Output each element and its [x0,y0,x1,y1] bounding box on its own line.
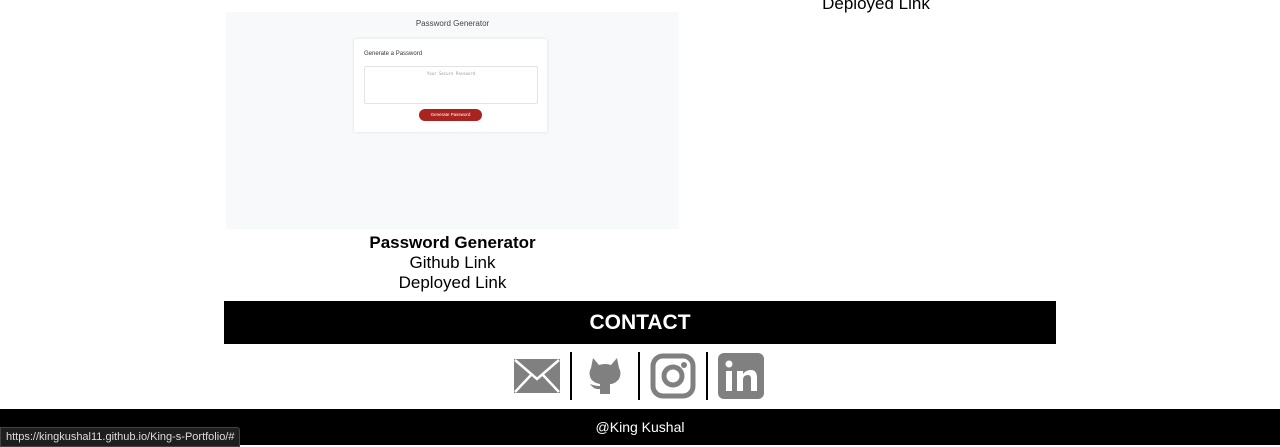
preview-card-heading: Generate a Password [364,51,423,57]
project-name: Password Generator [369,233,536,252]
preview-generate-button: Generate Password [419,109,482,121]
preview-title: Password Generator [415,19,490,28]
linkedin-icon[interactable] [716,353,766,399]
github-icon[interactable] [580,353,630,399]
instagram-icon[interactable] [648,353,698,399]
github-link[interactable]: Github Link [226,253,679,273]
status-bar-url: https://kingkushal11.github.io/King-s-Po… [0,427,241,447]
project-preview-image: Password Generator Generate a Password Y… [226,12,679,229]
footer-text: @King Kushal [595,419,685,435]
divider [638,352,640,400]
contact-icons [512,352,766,400]
preview-password-box: Your Secure Password [364,66,538,104]
email-icon[interactable] [512,353,562,399]
top-deployed-link[interactable]: Deployed Link [776,0,976,14]
contact-heading: CONTACT [224,301,1056,344]
deployed-link[interactable]: Deployed Link [226,273,679,293]
preview-card: Generate a Password Your Secure Password… [354,39,547,132]
divider [706,352,708,400]
divider [570,352,572,400]
